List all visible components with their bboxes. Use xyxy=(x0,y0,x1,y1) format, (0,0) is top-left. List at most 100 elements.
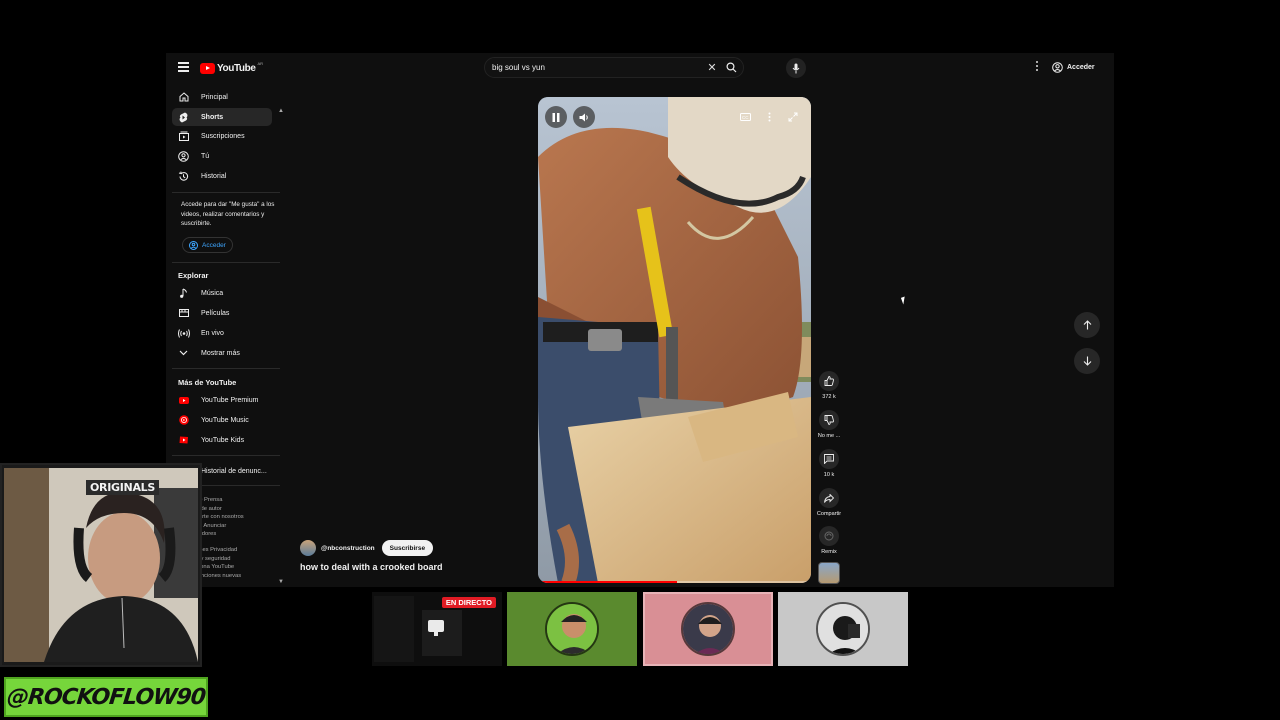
stream-tile-guest-1[interactable] xyxy=(507,592,637,666)
expand-icon xyxy=(788,112,798,122)
voice-search-icon[interactable] xyxy=(786,58,806,78)
arrow-down-icon xyxy=(1083,356,1091,366)
footer-links-secondary[interactable]: ones Privacidad s y seguridad ciona YouT… xyxy=(196,546,284,580)
footer-link[interactable]: s de autor xyxy=(196,505,284,514)
search-box[interactable]: big soul vs yun ✕ xyxy=(484,57,744,78)
remix-label: Remix xyxy=(821,549,837,555)
pause-button[interactable] xyxy=(545,106,567,128)
clear-search-icon[interactable]: ✕ xyxy=(705,61,719,74)
youtube-logo[interactable]: YouTube AR xyxy=(200,61,263,75)
remix-button[interactable] xyxy=(819,526,839,546)
share-label: Compartir xyxy=(816,511,842,517)
sidebar-item-label: En vivo xyxy=(201,329,224,337)
share-button[interactable] xyxy=(819,488,839,508)
stream-tile-guest-2[interactable] xyxy=(643,592,773,666)
movies-icon xyxy=(172,308,194,318)
like-count: 372 k xyxy=(822,394,836,400)
footer-link[interactable]: ones Privacidad xyxy=(196,546,284,555)
remix-action[interactable]: Remix xyxy=(816,526,842,555)
scroll-up-icon[interactable]: ▲ xyxy=(278,108,284,114)
sign-in-label: Acceder xyxy=(202,241,226,249)
dislike-label: No me ... xyxy=(817,433,841,439)
scroll-down-icon[interactable]: ▼ xyxy=(278,579,284,585)
short-video-player[interactable]: CC xyxy=(538,97,811,583)
streamer-handle: @ROCKOFLOW90 xyxy=(5,684,207,710)
mute-button[interactable] xyxy=(573,106,595,128)
comments-button[interactable] xyxy=(819,449,839,469)
sidebar-sign-in-button[interactable]: Acceder xyxy=(182,237,233,253)
sidebar-item-musica[interactable]: Música xyxy=(172,284,272,302)
channel-avatar[interactable] xyxy=(300,540,316,556)
sidebar-item-mostrar-mas[interactable]: Mostrar más xyxy=(172,344,272,362)
chevron-down-icon xyxy=(172,350,194,356)
more-options-button[interactable] xyxy=(761,109,777,125)
settings-menu-icon[interactable] xyxy=(1034,61,1040,73)
divider xyxy=(172,368,280,369)
sidebar-item-youtube-kids[interactable]: YouTube Kids xyxy=(172,431,272,449)
stream-tile-live[interactable]: EN DIRECTO xyxy=(372,592,502,666)
history-icon xyxy=(172,171,194,182)
sidebar-item-peliculas[interactable]: Películas xyxy=(172,304,272,322)
next-short-button[interactable] xyxy=(1074,348,1100,374)
stream-tile-guest-3[interactable] xyxy=(778,592,908,666)
guest-avatar xyxy=(681,602,735,656)
footer-link[interactable]: funciones nuevas xyxy=(196,572,284,581)
fullscreen-button[interactable] xyxy=(785,109,801,125)
subscriptions-icon xyxy=(172,131,194,141)
footer-link[interactable]: carte con nosotros xyxy=(196,513,284,522)
sidebar-item-label: Historial xyxy=(201,172,227,180)
comment-icon xyxy=(824,454,834,464)
volume-icon xyxy=(579,113,588,121)
sidebar-item-en-vivo[interactable]: En vivo xyxy=(172,324,272,342)
menu-icon[interactable] xyxy=(178,62,189,72)
channel-handle[interactable]: @nbconstruction xyxy=(321,545,375,552)
footer-link[interactable]: ciona YouTube xyxy=(196,563,284,572)
dislike-button[interactable] xyxy=(819,410,839,430)
sign-in-button[interactable]: Acceder xyxy=(1052,59,1095,75)
sidebar-item-principal[interactable]: Principal xyxy=(172,88,272,106)
captions-icon: CC xyxy=(739,113,751,121)
footer-link[interactable]: s y seguridad xyxy=(196,555,284,564)
progress-bar[interactable] xyxy=(538,581,678,583)
sidebar-item-label: Principal xyxy=(201,93,228,101)
sidebar-item-youtube-music[interactable]: YouTube Music xyxy=(172,411,272,429)
footer-link[interactable]: lladores xyxy=(196,530,284,539)
webcam-feed: ORIGINALS xyxy=(4,468,198,662)
divider xyxy=(172,192,280,193)
thumbs-down-icon xyxy=(824,415,834,425)
footer-link[interactable]: es Anunciar xyxy=(196,522,284,531)
kebab-icon xyxy=(768,112,770,122)
sidebar-item-shorts[interactable]: Shorts xyxy=(172,108,272,126)
youtube-window: YouTube AR big soul vs yun ✕ Acceder ▲ P… xyxy=(166,53,1114,587)
remix-icon xyxy=(824,531,834,541)
screen: YouTube AR big soul vs yun ✕ Acceder ▲ P… xyxy=(0,0,1280,720)
footer-link[interactable]: de Prensa xyxy=(196,496,284,505)
sidebar-item-youtube-premium[interactable]: YouTube Premium xyxy=(172,391,272,409)
guest-avatar xyxy=(545,602,599,656)
search-input[interactable]: big soul vs yun xyxy=(485,63,705,72)
captions-button[interactable]: CC xyxy=(737,109,753,125)
sidebar-item-suscripciones[interactable]: Suscripciones xyxy=(172,127,272,145)
dislike-action[interactable]: No me ... xyxy=(816,410,842,439)
sidebar-item-tu[interactable]: Tú xyxy=(172,147,272,165)
youtube-music-icon xyxy=(172,415,194,425)
search-icon[interactable] xyxy=(719,58,743,77)
subscribe-button[interactable]: Suscribirse xyxy=(381,540,434,556)
comments-action[interactable]: 10 k xyxy=(816,449,842,478)
footer-links-primary[interactable]: de Prensa s de autor carte con nosotros … xyxy=(196,496,284,539)
home-icon xyxy=(172,92,194,102)
cam-sign: ORIGINALS xyxy=(86,480,159,495)
short-title: how to deal with a crooked board xyxy=(300,562,443,572)
logo-wordmark: YouTube xyxy=(217,62,256,74)
sidebar-item-historial[interactable]: Historial xyxy=(172,167,272,185)
youtube-play-icon xyxy=(200,62,215,74)
music-icon xyxy=(172,288,194,299)
previous-short-button[interactable] xyxy=(1074,312,1100,338)
share-action[interactable]: Compartir xyxy=(816,488,842,517)
sidebar-item-label: YouTube Kids xyxy=(201,436,245,444)
share-icon xyxy=(824,493,834,503)
youtube-kids-icon xyxy=(172,436,194,444)
sound-thumbnail[interactable] xyxy=(818,562,840,584)
like-action[interactable]: 372 k xyxy=(816,371,842,400)
like-button[interactable] xyxy=(819,371,839,391)
